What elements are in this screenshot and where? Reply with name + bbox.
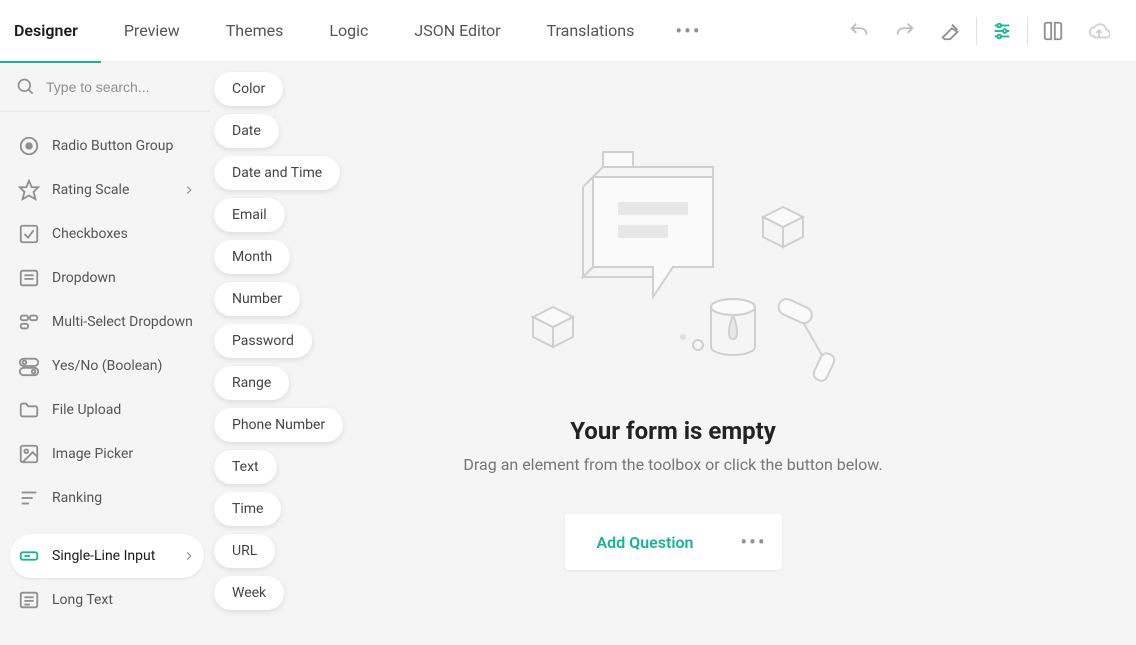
add-question-more-button[interactable]: ••• <box>726 514 782 570</box>
submenu-item-text[interactable]: Text <box>214 450 277 484</box>
redo-icon <box>894 20 916 42</box>
main-area: Radio Button Group Rating Scale Checkbox… <box>0 62 1136 645</box>
submenu-item-url[interactable]: URL <box>214 534 275 568</box>
form-canvas: Your form is empty Drag an element from … <box>210 62 1136 645</box>
tool-list: Radio Button Group Rating Scale Checkbox… <box>0 112 210 645</box>
cloud-upload-icon <box>1088 20 1110 42</box>
book-button[interactable] <box>1030 0 1076 62</box>
undo-icon <box>848 20 870 42</box>
tab-translations[interactable]: Translations <box>524 0 658 62</box>
empty-subtitle: Drag an element from the toolbox or clic… <box>463 455 882 474</box>
radio-icon <box>18 135 40 157</box>
text-input-icon <box>18 545 40 567</box>
search-icon <box>16 77 36 97</box>
cloud-upload-button[interactable] <box>1076 0 1122 62</box>
toggle-icon <box>18 355 40 377</box>
submenu-item-week[interactable]: Week <box>214 576 284 610</box>
submenu-item-range[interactable]: Range <box>214 366 289 400</box>
submenu-item-color[interactable]: Color <box>214 72 283 106</box>
tab-themes[interactable]: Themes <box>203 0 307 62</box>
tool-image-picker[interactable]: Image Picker <box>10 432 204 476</box>
folder-icon <box>18 399 40 421</box>
sliders-icon <box>991 20 1013 42</box>
submenu-item-number[interactable]: Number <box>214 282 300 316</box>
divider <box>1027 17 1028 45</box>
submenu-item-month[interactable]: Month <box>214 240 290 274</box>
chevron-right-icon <box>182 549 196 563</box>
tool-boolean[interactable]: Yes/No (Boolean) <box>10 344 204 388</box>
tool-label: Dropdown <box>52 270 116 286</box>
search-input[interactable] <box>46 79 194 95</box>
tab-json-editor[interactable]: JSON Editor <box>391 0 523 62</box>
tab-bar: Designer Preview Themes Logic JSON Edito… <box>0 0 720 61</box>
clear-button[interactable] <box>928 0 974 62</box>
chevron-right-icon <box>182 183 196 197</box>
tool-radio-group[interactable]: Radio Button Group <box>10 124 204 168</box>
submenu-item-phone[interactable]: Phone Number <box>214 408 343 442</box>
tool-label: Checkboxes <box>52 226 128 242</box>
submenu-item-date[interactable]: Date <box>214 114 279 148</box>
settings-button[interactable] <box>979 0 1025 62</box>
tool-label: Single-Line Input <box>52 548 155 564</box>
checkbox-icon <box>18 223 40 245</box>
tool-checkboxes[interactable]: Checkboxes <box>10 212 204 256</box>
tool-single-line-input[interactable]: Single-Line Input <box>10 534 204 578</box>
dropdown-icon <box>18 267 40 289</box>
divider <box>976 17 977 45</box>
tool-long-text[interactable]: Long Text <box>10 578 204 622</box>
tool-label: Image Picker <box>52 446 133 462</box>
empty-title: Your form is empty <box>570 417 776 445</box>
submenu-item-password[interactable]: Password <box>214 324 312 358</box>
submenu-item-time[interactable]: Time <box>214 492 281 526</box>
tool-multi-select-dropdown[interactable]: Multi-Select Dropdown <box>10 300 204 344</box>
redo-button[interactable] <box>882 0 928 62</box>
tool-label: File Upload <box>52 402 121 418</box>
long-text-icon <box>18 589 40 611</box>
tab-preview[interactable]: Preview <box>101 0 203 62</box>
tool-dropdown[interactable]: Dropdown <box>10 256 204 300</box>
tool-rating-scale[interactable]: Rating Scale <box>10 168 204 212</box>
tool-label: Radio Button Group <box>52 138 173 154</box>
input-type-submenu: Color Date Date and Time Email Month Num… <box>214 72 343 610</box>
app-header: Designer Preview Themes Logic JSON Edito… <box>0 0 1136 62</box>
tool-label: Ranking <box>52 490 102 506</box>
image-icon <box>18 443 40 465</box>
tool-label: Long Text <box>52 592 113 608</box>
toolbox-sidebar: Radio Button Group Rating Scale Checkbox… <box>0 62 210 645</box>
multiselect-icon <box>18 311 40 333</box>
tool-label: Multi-Select Dropdown <box>52 314 193 330</box>
eraser-icon <box>940 20 962 42</box>
add-question-button[interactable]: Add Question <box>565 514 726 570</box>
tool-file-upload[interactable]: File Upload <box>10 388 204 432</box>
tool-label: Rating Scale <box>52 182 129 198</box>
tab-logic[interactable]: Logic <box>306 0 391 62</box>
tool-ranking[interactable]: Ranking <box>10 476 204 520</box>
tab-designer[interactable]: Designer <box>0 0 101 62</box>
book-icon <box>1042 20 1064 42</box>
tool-label: Yes/No (Boolean) <box>52 358 162 374</box>
ranking-icon <box>18 487 40 509</box>
star-icon <box>18 179 40 201</box>
submenu-item-datetime[interactable]: Date and Time <box>214 156 340 190</box>
add-question-bar: Add Question ••• <box>565 514 782 570</box>
undo-button[interactable] <box>836 0 882 62</box>
search-bar <box>0 62 210 112</box>
submenu-item-email[interactable]: Email <box>214 198 285 232</box>
empty-illustration <box>503 137 843 397</box>
tabs-more-button[interactable]: ••• <box>657 19 719 43</box>
header-actions <box>836 0 1136 61</box>
